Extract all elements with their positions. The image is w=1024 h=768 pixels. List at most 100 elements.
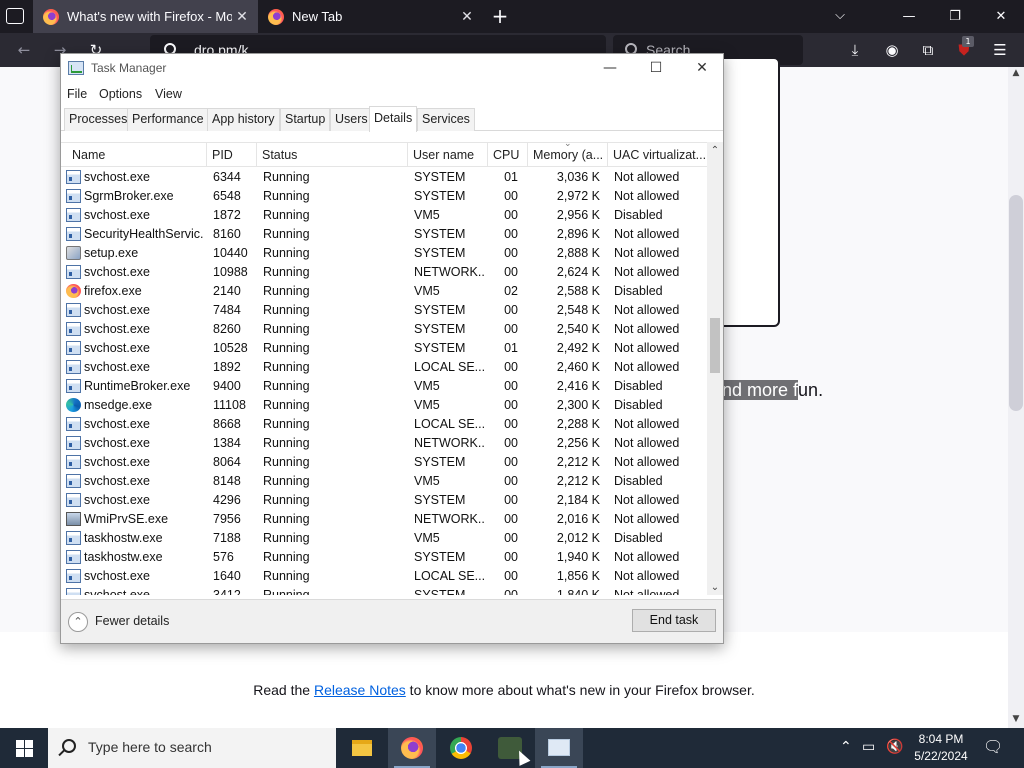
table-row[interactable]: svchost.exe 8064 Running SYSTEM 00 2,212 K Not…	[61, 453, 707, 472]
windows-start-button[interactable]	[0, 728, 48, 768]
table-row[interactable]: taskhostw.exe 576 Running SYSTEM 00 1,940 K No…	[61, 548, 707, 567]
show-hidden-icons-chevron-icon[interactable]: ⌃	[840, 739, 852, 755]
windows-taskbar: Type here to search ⌃ ▭ 🔇 8:04 PM 5/22/2…	[0, 728, 1024, 768]
cell-status: Running	[263, 455, 310, 469]
cell-uac-virtualization: Not allowed	[614, 512, 680, 526]
column-header-cpu[interactable]: CPU	[488, 143, 528, 167]
close-window-icon[interactable]: ✕	[978, 0, 1024, 33]
new-tab-plus-icon[interactable]: +	[490, 5, 510, 27]
tab-whats-new[interactable]: What's new with Firefox - More ✕	[33, 0, 258, 33]
list-all-tabs-chevron-icon[interactable]: ⌵	[830, 5, 850, 27]
menu-view[interactable]: View	[155, 87, 182, 101]
column-header-name[interactable]: Name	[67, 143, 207, 167]
menu-file[interactable]: File	[67, 87, 87, 101]
scroll-down-chevron-icon[interactable]: ⌄	[707, 581, 723, 595]
tab-processes[interactable]: Processes	[64, 108, 133, 131]
cell-name: svchost.exe	[84, 360, 151, 374]
game-app-taskbar-button[interactable]	[486, 728, 534, 768]
minimize-window-icon[interactable]: —	[886, 0, 932, 33]
task-manager-taskbar-button[interactable]	[535, 728, 583, 768]
table-row[interactable]: svchost.exe 6344 Running SYSTEM 01 3,036 K Not…	[61, 168, 707, 187]
maximize-icon[interactable]: ☐	[633, 54, 679, 83]
taskbar-search-box[interactable]: Type here to search	[48, 728, 336, 768]
table-row[interactable]: taskhostw.exe 7188 Running VM5 00 2,012 K Disa…	[61, 529, 707, 548]
cell-uac-virtualization: Not allowed	[614, 588, 680, 595]
table-row[interactable]: RuntimeBroker.exe 9400 Running VM5 00 2,416 K…	[61, 377, 707, 396]
table-row[interactable]: firefox.exe 2140 Running VM5 02 2,588 K Disabl…	[61, 282, 707, 301]
page-scrollbar-thumb[interactable]	[1009, 195, 1023, 411]
service-process-icon	[66, 341, 81, 355]
scroll-up-chevron-icon[interactable]: ⌃	[707, 144, 723, 158]
account-icon[interactable]: ◉	[879, 38, 905, 62]
tab-performance[interactable]: Performance	[127, 108, 209, 131]
column-header-status[interactable]: Status	[257, 143, 408, 167]
table-row[interactable]: svchost.exe 1892 Running LOCAL SE... 00 2,460…	[61, 358, 707, 377]
cell-status: Running	[263, 189, 310, 203]
close-tab-icon[interactable]: ✕	[234, 8, 250, 24]
column-header-pid[interactable]: PID	[207, 143, 257, 167]
table-row[interactable]: SecurityHealthServic... 8160 Running SYSTEM…	[61, 225, 707, 244]
minimize-icon[interactable]: —	[587, 54, 633, 83]
cell-status: Running	[263, 436, 310, 450]
notifications-icon[interactable]: 🗨	[983, 737, 1003, 756]
table-row[interactable]: svchost.exe 8260 Running SYSTEM 00 2,540 K Not…	[61, 320, 707, 339]
table-row[interactable]: SgrmBroker.exe 6548 Running SYSTEM 00 2,972 K…	[61, 187, 707, 206]
table-row[interactable]: svchost.exe 1872 Running VM5 00 2,956 K Disabl…	[61, 206, 707, 225]
table-row[interactable]: msedge.exe 11108 Running VM5 00 2,300 K Disabl…	[61, 396, 707, 415]
tab-users[interactable]: Users	[330, 108, 373, 131]
folder-icon	[352, 740, 372, 756]
chrome-taskbar-button[interactable]	[437, 728, 485, 768]
task-manager-titlebar[interactable]: Task Manager — ☐ ✕	[61, 54, 723, 83]
cell-memory: 2,888 K	[556, 246, 600, 260]
network-icon[interactable]: ▭	[862, 739, 875, 755]
cell-user-name: LOCAL SE...	[414, 360, 486, 374]
table-row[interactable]: svchost.exe 3412 Running SYSTEM 00 1,840 K Not…	[61, 586, 707, 595]
menu-options[interactable]: Options	[99, 87, 142, 101]
extensions-icon[interactable]: ⧉	[915, 38, 941, 62]
cell-pid: 7484	[213, 303, 241, 317]
volume-muted-icon[interactable]: 🔇	[886, 739, 903, 755]
windows-logo-icon	[16, 740, 24, 748]
app-menu-hamburger-icon[interactable]: ☰	[987, 38, 1013, 62]
file-explorer-taskbar-button[interactable]	[338, 728, 386, 768]
back-arrow-icon[interactable]: ←	[11, 38, 37, 62]
collapse-chevron-up-icon[interactable]: ⌃	[68, 612, 88, 632]
table-row[interactable]: svchost.exe 8668 Running LOCAL SE... 00 2,288…	[61, 415, 707, 434]
tab-startup[interactable]: Startup	[280, 108, 331, 131]
cell-memory: 2,416 K	[556, 379, 600, 393]
column-header-uac[interactable]: UAC virtualizat...	[608, 143, 707, 167]
table-row[interactable]: svchost.exe 1640 Running LOCAL SE... 00 1,856…	[61, 567, 707, 586]
tab-app-history[interactable]: App history	[207, 108, 280, 131]
page-scroll-down-icon[interactable]: ▼	[1010, 714, 1022, 726]
cell-cpu: 00	[504, 493, 518, 507]
table-row[interactable]: svchost.exe 8148 Running VM5 00 2,212 K Disabl…	[61, 472, 707, 491]
cell-uac-virtualization: Disabled	[614, 398, 663, 412]
tab-list-icon[interactable]	[6, 8, 24, 24]
tab-new-tab[interactable]: New Tab ✕	[258, 0, 483, 33]
tab-details[interactable]: Details	[369, 106, 418, 132]
close-tab-icon[interactable]: ✕	[459, 8, 475, 24]
table-row[interactable]: svchost.exe 4296 Running SYSTEM 00 2,184 K Not…	[61, 491, 707, 510]
table-row[interactable]: svchost.exe 7484 Running SYSTEM 00 2,548 K Not…	[61, 301, 707, 320]
table-row[interactable]: svchost.exe 10528 Running SYSTEM 01 2,492 K No…	[61, 339, 707, 358]
restore-window-icon[interactable]: ❐	[932, 0, 978, 33]
cell-cpu: 02	[504, 284, 518, 298]
tab-services[interactable]: Services	[417, 108, 475, 131]
downloads-icon[interactable]: ⤓	[842, 38, 868, 62]
end-task-button[interactable]: End task	[632, 609, 716, 632]
release-notes-link[interactable]: Release Notes	[314, 682, 406, 698]
cell-pid: 1384	[213, 436, 241, 450]
table-row[interactable]: setup.exe 10440 Running SYSTEM 00 2,888 K Not …	[61, 244, 707, 263]
table-row[interactable]: svchost.exe 1384 Running NETWORK... 00 2,256 …	[61, 434, 707, 453]
column-header-user-name[interactable]: User name	[408, 143, 488, 167]
firefox-taskbar-button[interactable]	[388, 728, 436, 768]
clock[interactable]: 8:04 PM 5/22/2024	[912, 731, 970, 765]
cell-name: svchost.exe	[84, 569, 151, 583]
page-scroll-up-icon[interactable]: ▲	[1010, 68, 1022, 80]
table-row[interactable]: svchost.exe 10988 Running NETWORK... 00 2,624…	[61, 263, 707, 282]
cell-cpu: 00	[504, 189, 518, 203]
fewer-details-link[interactable]: Fewer details	[95, 614, 169, 628]
table-scrollbar-thumb[interactable]	[710, 318, 720, 373]
close-icon[interactable]: ✕	[679, 54, 725, 83]
table-row[interactable]: WmiPrvSE.exe 7956 Running NETWORK... 00 2,016…	[61, 510, 707, 529]
